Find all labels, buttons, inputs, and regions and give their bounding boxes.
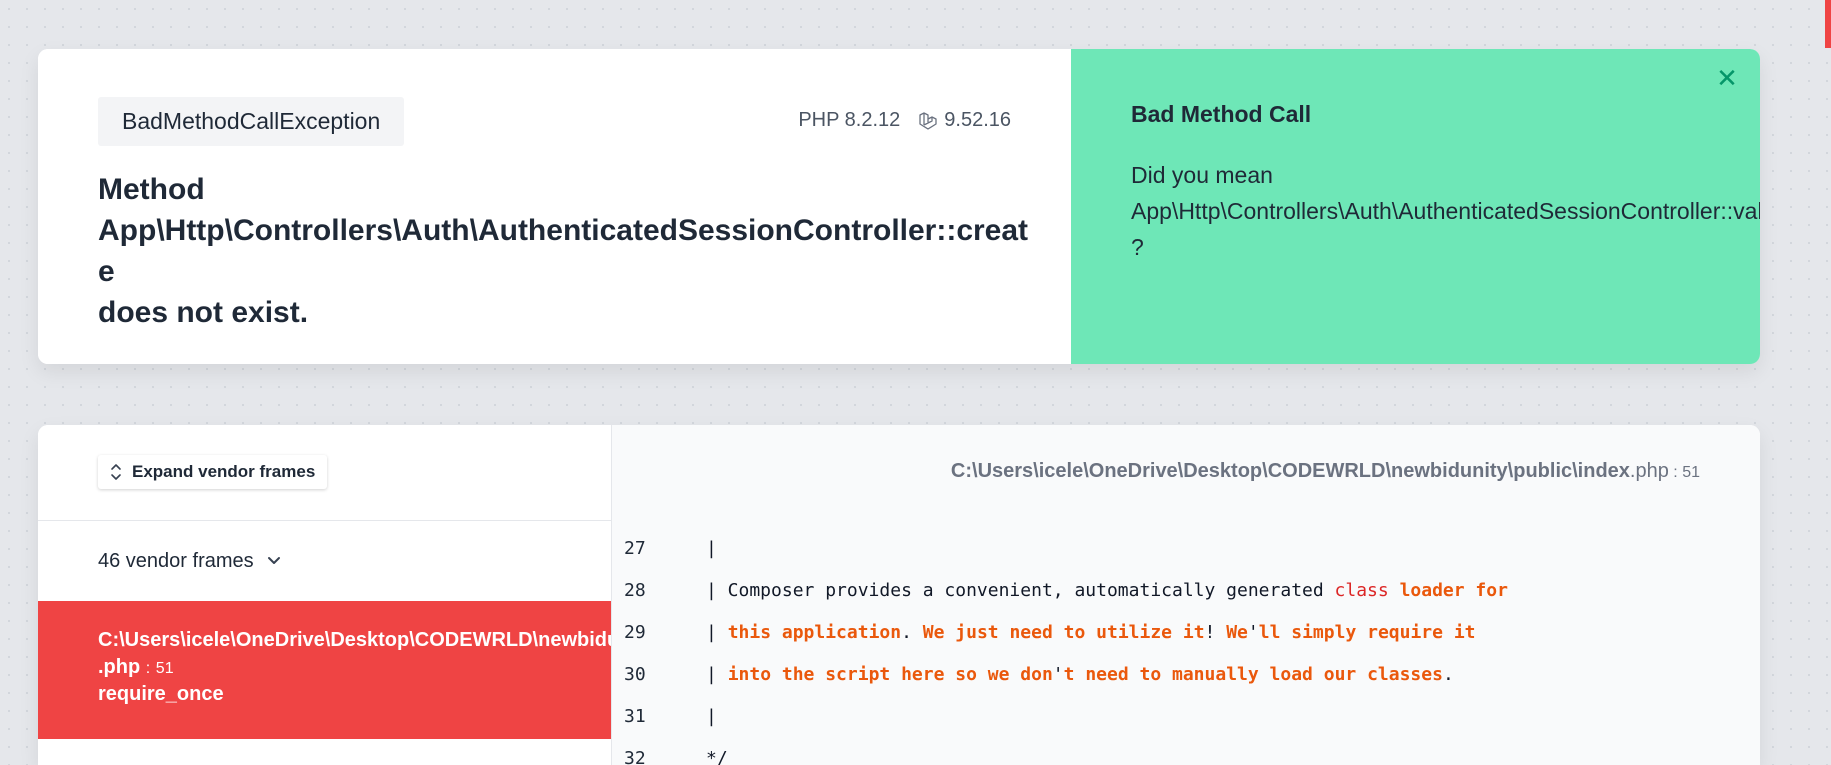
code-panel: C:\Users\icele\OneDrive\Desktop\CODEWRLD… <box>612 425 1760 765</box>
code-highlight: ll simply require it <box>1259 622 1476 643</box>
code-path-sep: : <box>1669 464 1682 481</box>
solution-line3: ? <box>1131 229 1760 265</box>
code-lines: 27 | 28 | Composer provides a convenient… <box>612 527 1760 765</box>
vendor-frames-count: 46 vendor frames <box>98 550 254 573</box>
code-line: 31 | <box>612 695 1760 737</box>
code-fragment: . <box>901 622 923 643</box>
code-fragment: | <box>706 538 717 559</box>
frame-line-sep: : <box>146 660 150 677</box>
line-number: 28 <box>612 580 684 601</box>
laravel-version-text: 9.52.16 <box>944 109 1011 132</box>
frame-method: require_once <box>98 683 611 706</box>
line-number: 29 <box>612 622 684 643</box>
expand-vendor-frames-button[interactable]: Expand vendor frames <box>98 455 327 489</box>
frame-line-number: 51 <box>156 660 174 677</box>
solution-text: Did you mean App\Http\Controllers\Auth\A… <box>1131 157 1760 265</box>
code-fragment: | <box>706 664 728 685</box>
code-highlight: this application <box>728 622 901 643</box>
line-number: 30 <box>612 664 684 685</box>
vendor-frames-toggle[interactable]: 46 vendor frames <box>38 521 611 601</box>
code-text: | <box>684 706 717 727</box>
expand-vendor-frames-label: Expand vendor frames <box>132 462 315 482</box>
code-keyword: class <box>1335 580 1389 601</box>
code-line: 30 | into the script here so we don't ne… <box>612 653 1760 695</box>
line-number: 31 <box>612 706 684 727</box>
code-line: 29 | this application. We just need to u… <box>612 611 1760 653</box>
chevron-down-icon <box>266 553 282 569</box>
exception-panel: BadMethodCallException PHP 8.2.12 9.52.1… <box>38 49 1071 364</box>
php-version: PHP 8.2.12 <box>798 109 900 132</box>
code-fragment: ' <box>1248 622 1259 643</box>
exception-message: Method App\Http\Controllers\Auth\Authent… <box>98 169 1038 333</box>
expand-row: Expand vendor frames <box>38 425 611 521</box>
exception-class-badge: BadMethodCallException <box>98 97 404 146</box>
code-fragment: */ <box>706 748 728 765</box>
code-highlight: into the script here so we don <box>728 664 1053 685</box>
code-fragment: ' <box>1053 664 1064 685</box>
exception-message-line2: App\Http\Controllers\Auth\AuthenticatedS… <box>98 210 1038 292</box>
code-path-dir: C:\Users\icele\OneDrive\Desktop\CODEWRLD… <box>951 460 1630 482</box>
exception-message-line1: Method <box>98 169 1038 210</box>
line-number: 27 <box>612 538 684 559</box>
code-highlight: We <box>1226 622 1248 643</box>
code-line: 28 | Composer provides a convenient, aut… <box>612 569 1760 611</box>
code-highlight: loader for <box>1400 580 1508 601</box>
code-file-path: C:\Users\icele\OneDrive\Desktop\CODEWRLD… <box>951 460 1700 483</box>
exception-card: BadMethodCallException PHP 8.2.12 9.52.1… <box>38 49 1760 364</box>
code-fragment: | <box>706 706 717 727</box>
code-line: 27 | <box>612 527 1760 569</box>
code-text: | into the script here so we don't need … <box>684 664 1454 685</box>
scroll-position-marker <box>1825 0 1831 48</box>
solution-line2: App\Http\Controllers\Auth\AuthenticatedS… <box>1131 193 1760 229</box>
code-fragment: | <box>706 622 728 643</box>
code-text: | this application. We just need to util… <box>684 622 1476 643</box>
code-fragment: | Composer provides a convenient, automa… <box>706 580 1335 601</box>
close-icon[interactable]: ✕ <box>1712 63 1742 93</box>
version-info: PHP 8.2.12 9.52.16 <box>798 109 1011 132</box>
chevron-up-down-icon <box>110 463 122 481</box>
frame-file: .php : 51 <box>98 656 611 679</box>
code-fragment: ! <box>1205 622 1227 643</box>
code-text: | <box>684 538 717 559</box>
code-fragment: . <box>1443 664 1454 685</box>
line-number: 32 <box>612 748 684 765</box>
frame-path: C:\Users\icele\OneDrive\Desktop\CODEWRLD… <box>98 629 611 652</box>
solution-title: Bad Method Call <box>1131 101 1311 128</box>
frames-panel: Expand vendor frames 46 vendor frames C:… <box>38 425 612 765</box>
code-text: | Composer provides a convenient, automa… <box>684 580 1508 601</box>
stack-trace-card: Expand vendor frames 46 vendor frames C:… <box>38 425 1760 765</box>
code-fragment <box>1389 580 1400 601</box>
exception-message-line3: does not exist. <box>98 292 1038 333</box>
code-highlight: We just need to utilize it <box>923 622 1205 643</box>
solution-line1: Did you mean <box>1131 157 1760 193</box>
laravel-icon <box>918 111 938 131</box>
solution-panel: ✕ Bad Method Call Did you mean App\Http\… <box>1071 49 1760 364</box>
code-path-ext: .php <box>1630 460 1669 482</box>
code-path-line: 51 <box>1682 464 1700 481</box>
stack-frame-active[interactable]: C:\Users\icele\OneDrive\Desktop\CODEWRLD… <box>38 601 611 739</box>
code-text: */ <box>684 748 728 765</box>
frame-file-ext: .php <box>98 656 140 678</box>
laravel-version: 9.52.16 <box>918 109 1011 132</box>
code-highlight: t need to manually load our classes <box>1064 664 1443 685</box>
code-line: 32 */ <box>612 737 1760 765</box>
